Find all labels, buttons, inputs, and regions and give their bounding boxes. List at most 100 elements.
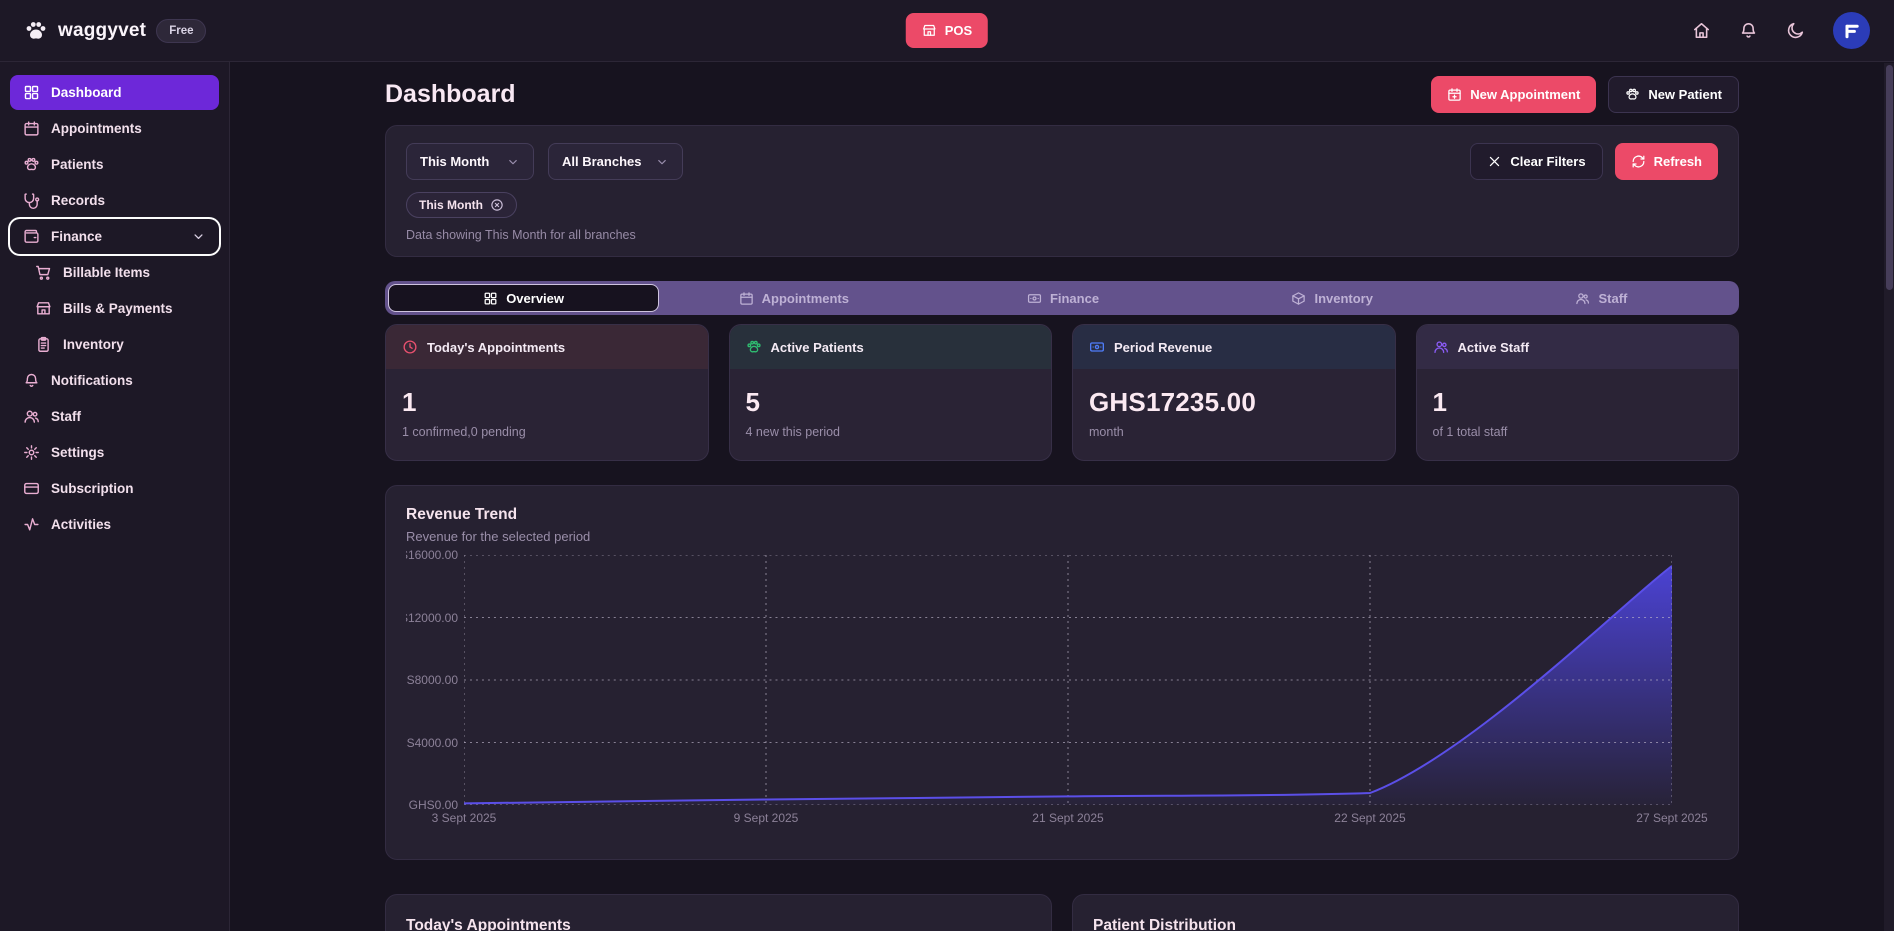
sidebar-item-label: Billable Items [63,265,150,280]
branch-select[interactable]: All Branches [548,143,683,180]
sidebar-nav: Dashboard Appointments PatientsRecords Fina… [10,75,219,542]
chevron-down-icon [655,155,669,169]
sidebar-item-label: Dashboard [51,85,122,100]
tab-inventory[interactable]: Inventory [1198,284,1467,312]
home-icon[interactable] [1692,21,1711,40]
tab-overview[interactable]: Overview [388,284,659,312]
active-filter-chip[interactable]: This Month [406,192,517,218]
clear-filters-button[interactable]: Clear Filters [1470,143,1602,180]
topbar-actions [1692,12,1870,49]
main-content: Dashboard New Appointment New Patient Th… [230,62,1894,931]
stat-value: 1 [402,387,692,418]
y-axis-labels: GHS16000.00GHS12000.00GHS8000.00GHS4000.… [406,555,458,805]
new-patient-button[interactable]: New Patient [1608,76,1739,113]
sidebar-item-inventory[interactable]: Inventory [22,327,219,362]
sidebar-item-patients[interactable]: Patients [10,147,219,182]
stat-subtext: month [1089,425,1379,439]
paw-icon [23,156,40,173]
stats-grid: Today's Appointments11 confirmed,0 pendi… [385,324,1739,461]
tab-appointments[interactable]: Appointments [659,284,928,312]
stat-title: Active Staff [1458,340,1530,355]
scrollbar[interactable] [1884,63,1894,931]
sidebar-item-staff[interactable]: Staff [10,399,219,434]
banknote-icon [1027,291,1042,306]
clear-filters-label: Clear Filters [1510,155,1585,168]
sidebar-item-label: Activities [51,517,111,532]
sidebar-item-bills-payments[interactable]: Bills & Payments [22,291,219,326]
sidebar-item-label: Finance [51,229,102,244]
tab-finance[interactable]: Finance [928,284,1197,312]
refresh-icon [1631,154,1646,169]
y-axis-tick: GHS12000.00 [406,611,458,625]
sidebar-item-activities[interactable]: Activities [10,507,219,542]
pos-label: POS [945,24,972,37]
filters-panel: This Month All Branches Clear Filters [385,125,1739,257]
sidebar-item-appointments[interactable]: Appointments [10,111,219,146]
filter-summary: Data showing This Month for all branches [406,228,1718,242]
refresh-button[interactable]: Refresh [1615,143,1718,180]
moon-icon[interactable] [1786,21,1805,40]
sidebar: Dashboard Appointments PatientsRecords Fina… [0,62,230,931]
bottom-grid: Today's Appointments0 scheduled for toda… [385,894,1739,931]
bottom-card-patient-distribution: Patient DistributionBy species [1072,894,1739,931]
stat-title: Period Revenue [1114,340,1212,355]
sidebar-item-billable-items[interactable]: Billable Items [22,255,219,290]
revenue-area-svg [464,555,1672,805]
new-appointment-label: New Appointment [1470,88,1580,101]
stethoscope-icon [23,192,40,209]
bell-icon[interactable] [1739,21,1758,40]
sidebar-item-settings[interactable]: Settings [10,435,219,470]
sidebar-item-records[interactable]: Records [10,183,219,218]
period-select-value: This Month [420,154,489,169]
branch-select-value: All Branches [562,154,641,169]
revenue-chart: GHS16000.00GHS12000.00GHS8000.00GHS4000.… [406,555,1718,837]
x-axis-tick: 3 Sept 2025 [432,811,497,825]
banknote-icon [1089,339,1105,355]
period-select[interactable]: This Month [406,143,534,180]
logo-f-icon [1840,19,1864,43]
x-axis-labels: 3 Sept 20259 Sept 202521 Sept 202522 Sep… [464,811,1672,831]
stat-subtext: 4 new this period [746,425,1036,439]
new-appointment-button[interactable]: New Appointment [1431,76,1596,113]
grid-icon [483,291,498,306]
avatar[interactable] [1833,12,1870,49]
wallet-icon [23,228,40,245]
calendar-plus-icon [1447,87,1462,102]
sidebar-item-label: Notifications [51,373,133,388]
new-patient-label: New Patient [1648,88,1722,101]
package-icon [1291,291,1306,306]
stat-value: GHS17235.00 [1089,387,1379,418]
sidebar-item-subscription[interactable]: Subscription [10,471,219,506]
sidebar-item-label: Inventory [63,337,124,352]
pos-button[interactable]: POS [906,13,988,48]
bell-icon [23,372,40,389]
y-axis-tick: GHS8000.00 [406,673,458,687]
sidebar-item-label: Appointments [51,121,142,136]
gear-icon [23,444,40,461]
stat-card-active-staff: Active Staff1of 1 total staff [1416,324,1740,461]
scrollbar-thumb[interactable] [1886,65,1893,290]
remove-filter-icon[interactable] [490,198,504,212]
topbar: waggyvet Free POS [0,0,1894,62]
y-axis-tick: GHS0.00 [406,798,458,812]
tab-label: Finance [1050,291,1099,306]
chart-title: Revenue Trend [406,506,1718,524]
clipboard-icon [35,336,52,353]
sidebar-item-finance[interactable]: Finance [10,219,219,254]
chart-subtitle: Revenue for the selected period [406,529,1718,544]
credit-card-icon [23,480,40,497]
tab-label: Inventory [1314,291,1373,306]
sidebar-item-notifications[interactable]: Notifications [10,363,219,398]
grid-icon [23,84,40,101]
sidebar-item-dashboard[interactable]: Dashboard [10,75,219,110]
users-icon [23,408,40,425]
stat-card-active-patients: Active Patients 5 4 new this period [729,324,1053,461]
page-header: Dashboard New Appointment New Patient [385,76,1739,113]
plan-badge: Free [156,19,206,43]
activity-icon [23,516,40,533]
stat-title: Today's Appointments [427,340,565,355]
stat-value: 5 [746,387,1036,418]
stat-title: Active Patients [771,340,864,355]
tab-staff[interactable]: Staff [1467,284,1736,312]
tab-label: Appointments [762,291,849,306]
